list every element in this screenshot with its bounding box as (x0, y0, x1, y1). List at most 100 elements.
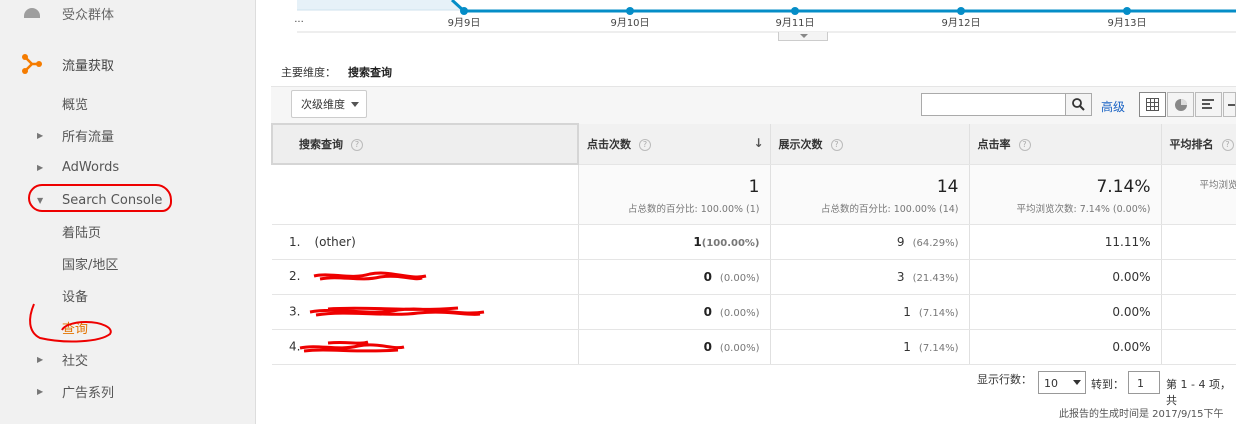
sidebar: 受众群体 流量获取 概览 ▶ 所有流量 ▶ AdWords ▼ Search C… (0, 0, 256, 424)
row-index: 2. (289, 269, 301, 284)
help-icon[interactable]: ? (639, 138, 651, 151)
query-cell: 2. (272, 259, 579, 295)
ctr-cell: 0.00% (969, 329, 1162, 365)
sidebar-item-label: AdWords (62, 159, 120, 175)
view-comparison-button[interactable] (1223, 92, 1236, 117)
annotation-scribble (29, 303, 112, 343)
main-content: ... 9月9日 9月10日 9月11日 9月12日 9月13日 主要维度： 搜索… (257, 0, 1236, 424)
search-input[interactable] (921, 93, 1066, 116)
chevron-right-icon: ▶ (37, 162, 44, 172)
sidebar-item-acquisition[interactable]: 流量获取 (0, 50, 256, 78)
column-header-clicks[interactable]: 点击次数? ↓ (578, 124, 771, 165)
position-cell (1161, 259, 1236, 295)
data-table: 搜索查询? 点击次数? ↓ 展示次数? 点击率? 平均排名? 1 占总数的百分比: … (271, 123, 1236, 365)
ctr-cell: 11.11% (969, 224, 1162, 260)
pie-chart-icon (1174, 98, 1187, 111)
chart-tick-label: 9月11日 (775, 18, 815, 29)
table-row: 3. 0 (0.00%) 1 (7.14%) 0.00% (272, 294, 1236, 330)
clicks-cell: 1(100.00%) (578, 224, 771, 260)
acquisition-icon (22, 54, 42, 74)
sidebar-item-label: 国家/地区 (62, 257, 119, 273)
grid-icon (1146, 98, 1159, 111)
sidebar-item-campaigns[interactable]: ▶ 广告系列 (0, 377, 256, 405)
help-icon[interactable]: ? (1018, 138, 1031, 151)
view-pie-button[interactable] (1167, 92, 1194, 117)
caret-down-icon (351, 102, 359, 107)
primary-dimension-label: 主要维度： (281, 66, 336, 79)
redacted-scribble (299, 340, 405, 352)
query-cell: 1. (other) (272, 224, 579, 260)
sidebar-item-label: 所有流量 (62, 129, 115, 145)
chart-tick-label: 9月10日 (610, 18, 650, 29)
chart-collapse-handle[interactable] (778, 32, 828, 41)
table-header-row: 搜索查询? 点击次数? ↓ 展示次数? 点击率? 平均排名? (271, 123, 1236, 165)
sidebar-item-audience[interactable]: 受众群体 (0, 2, 256, 30)
sidebar-item-all-traffic[interactable]: ▶ 所有流量 (0, 121, 256, 149)
line-chart: ... 9月9日 9月10日 9月11日 9月12日 9月13日 (294, 0, 1236, 36)
chevron-right-icon: ▶ (37, 386, 44, 396)
view-bar-button[interactable] (1195, 92, 1222, 117)
sidebar-item-landing-pages[interactable]: 着陆页 (0, 217, 256, 245)
chart-tick-label: 9月12日 (941, 18, 981, 29)
rows-label: 显示行数： (977, 373, 1032, 386)
goto-label: 转到： (1091, 378, 1124, 391)
clicks-cell: 0 (0.00%) (578, 259, 771, 295)
total-ctr: 7.14% 平均浏览次数: 7.14% (0.00%) (969, 164, 1162, 225)
help-icon[interactable]: ? (1221, 138, 1234, 151)
totals-row: 1 占总数的百分比: 100.00% (1) 14 占总数的百分比: 100.00%… (272, 164, 1236, 225)
column-header-ctr[interactable]: 点击率? (969, 124, 1162, 165)
annotation-circle (28, 184, 172, 212)
report-generated-time: 此报告的生成时间是 2017/9/15下午 (1059, 409, 1224, 420)
advanced-link[interactable]: 高级 (1101, 98, 1125, 115)
ctr-cell: 0.00% (969, 259, 1162, 295)
position-cell (1161, 224, 1236, 260)
sidebar-item-adwords[interactable]: ▶ AdWords (0, 153, 256, 181)
table-row: 1. (other) 1(100.00%) 9 (64.29%) 11.11% (272, 224, 1236, 260)
impressions-cell: 9 (64.29%) (770, 224, 970, 260)
chevron-down-icon (800, 34, 808, 38)
position-cell (1161, 294, 1236, 330)
redacted-scribble (310, 306, 485, 316)
impressions-cell: 1 (7.14%) (770, 294, 970, 330)
total-position: 平均浏览 (1161, 164, 1236, 225)
impressions-cell: 3 (21.43%) (770, 259, 970, 295)
person-icon (24, 8, 40, 18)
sidebar-item-countries[interactable]: 国家/地区 (0, 249, 256, 277)
secondary-dimension-dropdown[interactable]: 次级维度 (291, 90, 367, 118)
sidebar-item-label: 概览 (62, 97, 89, 113)
redacted-scribble (313, 271, 427, 281)
comparison-icon (1228, 103, 1235, 106)
row-index: 1. (289, 234, 301, 249)
primary-dimension: 主要维度： 搜索查询 (281, 64, 392, 80)
total-impressions: 14 占总数的百分比: 100.00% (14) (770, 164, 970, 225)
help-icon[interactable]: ? (351, 139, 363, 151)
table-toolbar: 次级维度 高级 (271, 86, 1236, 124)
column-header-position[interactable]: 平均排名? (1161, 124, 1236, 165)
view-table-button[interactable] (1139, 92, 1166, 117)
search-button[interactable] (1066, 93, 1092, 116)
chart-tick-label: 9月13日 (1107, 18, 1147, 29)
goto-page-input[interactable]: 1 (1128, 371, 1160, 394)
rows-per-page-select[interactable]: 10 (1038, 371, 1086, 394)
chart-tick-label: 9月9日 (447, 18, 481, 29)
help-icon[interactable]: ? (830, 138, 843, 151)
sidebar-item-label: 受众群体 (62, 8, 115, 23)
chevron-right-icon: ▶ (37, 130, 44, 140)
search-icon (1072, 98, 1085, 111)
column-header-query[interactable]: 搜索查询? (271, 123, 579, 165)
sort-down-icon[interactable]: ↓ (753, 136, 763, 150)
clicks-cell: 0 (0.00%) (578, 329, 771, 365)
sidebar-item-social[interactable]: ▶ 社交 (0, 345, 256, 373)
caret-down-icon (1073, 380, 1081, 385)
chart-tick-label: ... (294, 14, 304, 25)
table-row: 2. 0 (0.00%) 3 (21.43%) 0.00% (272, 259, 1236, 295)
primary-dimension-value[interactable]: 搜索查询 (348, 66, 392, 79)
row-index: 3. (289, 304, 301, 318)
query-cell: 4. (272, 329, 579, 365)
query-link[interactable]: (other) (314, 235, 355, 249)
total-clicks: 1 占总数的百分比: 100.00% (1) (578, 164, 771, 225)
column-header-impressions[interactable]: 展示次数? (770, 124, 970, 165)
ctr-cell: 0.00% (969, 294, 1162, 330)
impressions-cell: 1 (7.14%) (770, 329, 970, 365)
sidebar-item-overview[interactable]: 概览 (0, 89, 256, 117)
